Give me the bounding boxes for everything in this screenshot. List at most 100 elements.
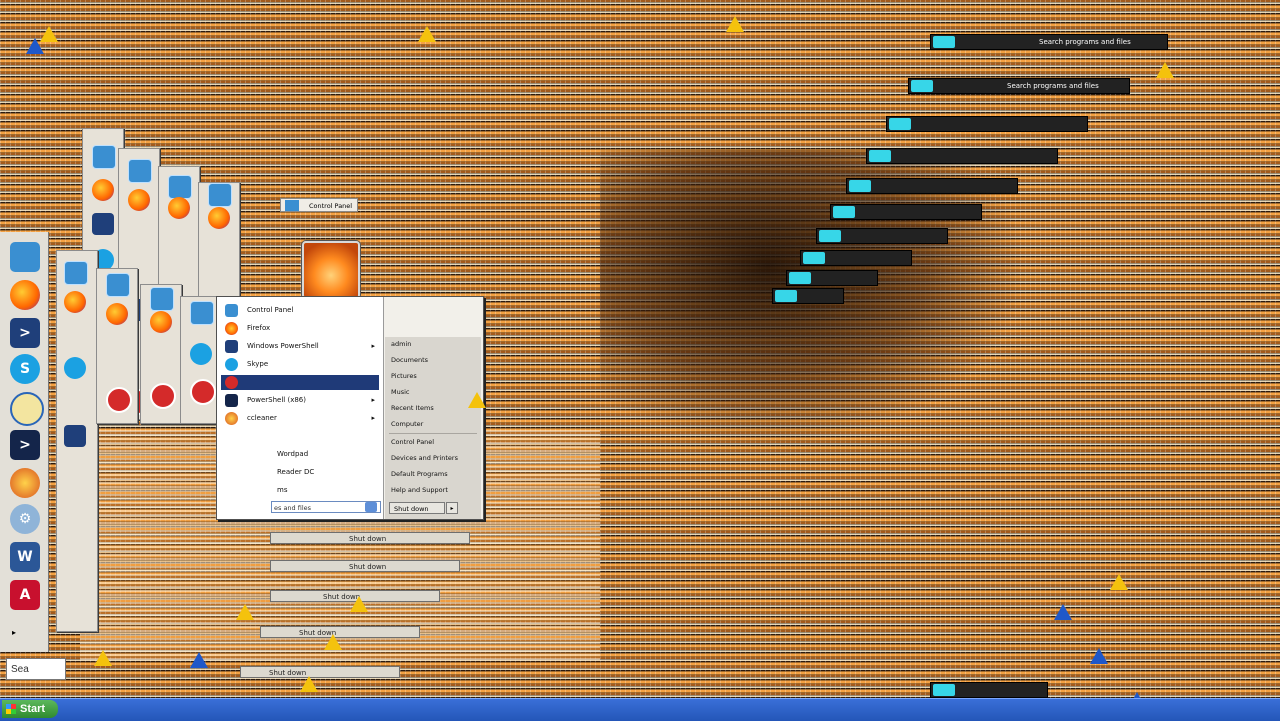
ghost-menu-column (96, 268, 138, 424)
place-pictures[interactable]: Pictures (391, 369, 477, 383)
clock-icon[interactable] (10, 392, 44, 426)
control-panel-icon[interactable] (10, 242, 40, 272)
control-panel-icon (190, 301, 214, 325)
start-item-control-panel[interactable]: Control Panel (221, 303, 379, 318)
control-panel-icon (106, 273, 130, 297)
ghost-search-bar (772, 288, 844, 304)
start-button[interactable]: Start (2, 700, 58, 718)
taskbar (0, 698, 1280, 721)
place-control-panel[interactable]: Control Panel (391, 435, 477, 449)
glitch-icon (869, 150, 891, 162)
ghost-control-panel-item: Control Panel (280, 198, 358, 212)
shutdown-button[interactable]: Shut down (389, 502, 445, 514)
skype-icon (64, 357, 86, 379)
place-devices-printers[interactable]: Devices and Printers (391, 451, 477, 465)
error-icon (190, 379, 216, 405)
powershell-icon[interactable]: > (10, 318, 40, 348)
control-panel-icon (168, 175, 192, 199)
firefox-icon[interactable] (10, 280, 40, 310)
ghost-menu-column (140, 284, 182, 424)
gear-icon[interactable]: ⚙ (10, 504, 40, 534)
glitch-icon (789, 272, 811, 284)
submenu-arrow-icon: ▸ (371, 342, 375, 350)
powershell-icon[interactable]: > (10, 430, 40, 460)
glitch-icon (933, 36, 955, 48)
glitch-icon (933, 684, 955, 696)
place-recent-items[interactable]: Recent Items (391, 401, 477, 415)
warning-icon (1054, 604, 1072, 620)
place-music[interactable]: Music (391, 385, 477, 399)
control-panel-icon (64, 261, 88, 285)
ghost-search-bar (800, 250, 912, 266)
skype-icon (225, 358, 238, 371)
warning-icon (350, 596, 368, 612)
error-icon (150, 383, 176, 409)
warning-icon (1110, 574, 1128, 590)
ccleaner-icon[interactable] (10, 468, 40, 498)
search-input[interactable]: Sea (6, 658, 66, 680)
warning-icon (324, 634, 342, 650)
ghost-shutdown-label: Shut down (349, 563, 387, 571)
ghost-shutdown-label: Shut down (269, 669, 307, 677)
ghost-search-bar (846, 178, 1018, 194)
start-item-reader[interactable]: Reader DC (221, 465, 379, 480)
warning-icon (726, 16, 744, 32)
ghost-search-bar (930, 682, 1048, 698)
powershell-icon (64, 425, 86, 447)
warning-icon (1090, 648, 1108, 664)
firefox-icon (92, 179, 114, 201)
place-help-support[interactable]: Help and Support (391, 483, 477, 497)
warning-icon (418, 26, 436, 42)
start-menu-programs: Control Panel Firefox Windows PowerShell… (217, 297, 384, 519)
start-item-label: PowerShell (x86) (247, 396, 306, 404)
error-icon (225, 376, 238, 389)
firefox-icon (168, 197, 190, 219)
start-item-powershell[interactable]: Windows PowerShell ▸ (221, 339, 379, 354)
start-item-label: Skype (247, 360, 269, 368)
left-launcher-column: > S > ⚙ W A ▸ (0, 232, 49, 652)
start-item-ccleaner[interactable]: ccleaner ▸ (221, 411, 379, 426)
start-item-label: ccleaner (247, 414, 277, 422)
word-icon[interactable]: W (10, 542, 40, 572)
start-item-all-programs[interactable]: ms (221, 483, 379, 498)
ghost-shutdown-row: Shut down (240, 666, 400, 678)
submenu-arrow-icon: ▸ (371, 396, 375, 404)
start-item-skype[interactable]: Skype (221, 357, 379, 372)
expand-arrow-icon[interactable]: ▸ (12, 628, 16, 637)
search-icon[interactable] (365, 502, 377, 512)
shutdown-options-button[interactable]: ▸ (446, 502, 458, 514)
place-computer[interactable]: Computer (391, 417, 477, 431)
skype-icon[interactable]: S (10, 354, 40, 384)
ghost-search-bar (866, 148, 1058, 164)
place-default-programs[interactable]: Default Programs (391, 467, 477, 481)
firefox-icon (208, 207, 230, 229)
start-menu-places: admin Documents Pictures Music Recent It… (385, 337, 481, 519)
start-item-firefox[interactable]: Firefox (221, 321, 379, 336)
firefox-icon (128, 189, 150, 211)
start-item-label: ms (277, 486, 288, 494)
glitch-icon (889, 118, 911, 130)
user-avatar[interactable] (302, 241, 360, 299)
place-documents[interactable]: Documents (391, 353, 477, 367)
control-panel-icon (150, 287, 174, 311)
start-item-label: Firefox (247, 324, 271, 332)
ghost-search-bar (830, 204, 982, 220)
start-item-label: Control Panel (247, 306, 294, 314)
warning-icon (1156, 62, 1174, 78)
ghost-menu-column (56, 250, 98, 632)
place-admin[interactable]: admin (391, 337, 477, 351)
glitch-icon (833, 206, 855, 218)
warning-icon (190, 652, 208, 668)
start-item-label: Wordpad (277, 450, 309, 458)
start-item-wordpad[interactable]: Wordpad (221, 447, 379, 462)
start-item-label: Windows PowerShell (247, 342, 319, 350)
warning-icon (26, 38, 44, 54)
acrobat-icon[interactable]: A (10, 580, 40, 610)
start-item-selected[interactable] (221, 375, 379, 390)
start-item-powershell-x86[interactable]: PowerShell (x86) ▸ (221, 393, 379, 408)
ccleaner-icon (225, 412, 238, 425)
control-panel-icon (128, 159, 152, 183)
ghost-shutdown-label: Shut down (323, 593, 361, 601)
ghost-search-bar (816, 228, 948, 244)
firefox-icon (150, 311, 172, 333)
